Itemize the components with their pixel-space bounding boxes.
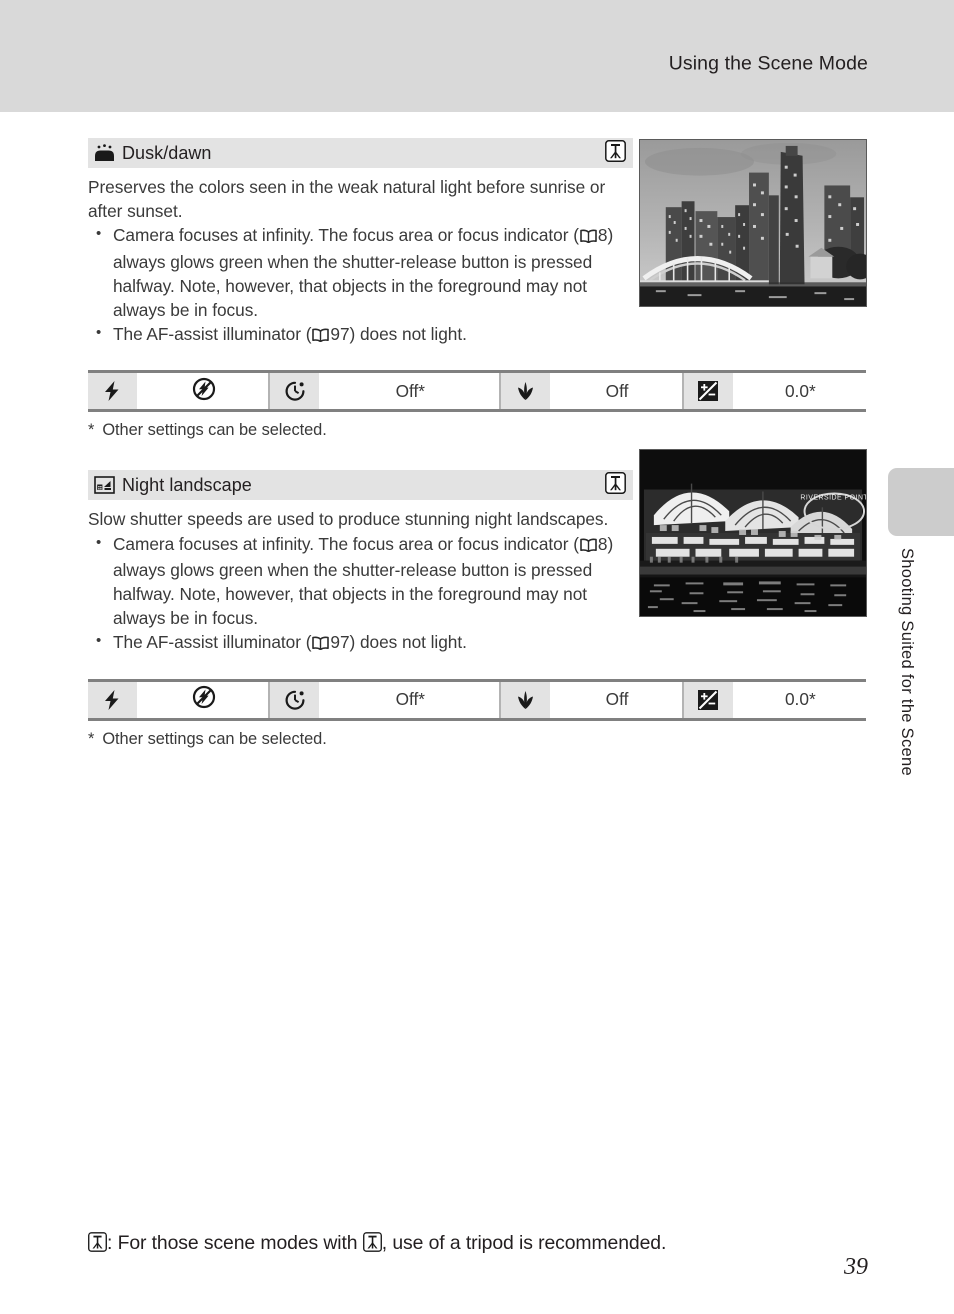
book-reference-icon: [312, 324, 330, 348]
page-title: Using the Scene Mode: [668, 52, 868, 75]
book-reference-icon: [580, 534, 597, 558]
section-title: Night landscape: [122, 474, 252, 495]
footnote-marker: *: [88, 421, 95, 440]
flash-off-icon: [192, 377, 216, 406]
settings-table-dusk-dawn: Off* Off 0.0*: [88, 370, 867, 413]
bullet-text-post: ) does not light.: [349, 324, 467, 345]
self-timer-icon: [270, 373, 322, 410]
flash-off-icon: [192, 685, 216, 714]
tripod-footnote-prefix: : For those scene modes with: [107, 1232, 363, 1254]
flash-icon: [88, 373, 139, 410]
tripod-icon: [605, 471, 626, 499]
footnote-text: Other settings can be selected.: [102, 421, 327, 440]
section-header-dusk-dawn: Dusk/dawn: [88, 138, 633, 168]
settings-table-night-landscape: Off* Off 0.0*: [88, 678, 867, 721]
exposure-compensation-icon: [683, 373, 735, 410]
macro-icon: [501, 681, 553, 718]
chapter-thumb-tab: [888, 468, 954, 536]
macro-value: Off: [552, 681, 684, 718]
bullet-text-pre: Camera focuses at infinity. The focus ar…: [113, 225, 579, 246]
exposure-compensation-value: 0.0*: [734, 373, 867, 410]
list-item: Camera focuses at infinity. The focus ar…: [88, 222, 641, 322]
book-reference-icon: [312, 632, 330, 656]
dusk-cityscape-photo: [639, 139, 867, 307]
section-bullet-list: Camera focuses at infinity. The focus ar…: [88, 531, 641, 657]
flash-mode-value: [138, 373, 271, 410]
page-number: 39: [844, 1254, 868, 1280]
svg-text:RIVERSIDE POINT: RIVERSIDE POINT: [800, 494, 866, 501]
list-item: The AF-assist illuminator ( 97) does not …: [88, 321, 641, 348]
list-item: The AF-assist illuminator ( 97) does not …: [88, 629, 641, 656]
section-intro: Slow shutter speeds are used to produce …: [88, 509, 609, 530]
tripod-icon: [362, 1232, 382, 1258]
self-timer-value: Off*: [321, 373, 502, 410]
section-title: Dusk/dawn: [122, 142, 212, 163]
exposure-compensation-value: 0.0*: [734, 681, 867, 718]
chapter-side-label: Shooting Suited for the Scene: [898, 548, 916, 776]
exposure-compensation-icon: [683, 681, 735, 718]
flash-mode-value: [138, 681, 271, 718]
section-body-dusk-dawn: Preserves the colors seen in the weak na…: [88, 175, 641, 348]
footnote-text: Other settings can be selected.: [102, 729, 327, 748]
section-header-night-landscape: Night landscape: [88, 470, 633, 501]
table-footnote: * Other settings can be selected.: [88, 421, 867, 440]
bullet-text-pre: The AF-assist illuminator (: [113, 632, 312, 653]
night-landscape-scene-icon: [94, 476, 115, 495]
dusk-dawn-scene-icon: [94, 144, 115, 162]
book-reference-icon: [580, 225, 597, 249]
tripod-footnote: : For those scene modes with , use of a …: [88, 1232, 666, 1258]
bullet-reference-page: 97: [330, 632, 350, 653]
tripod-footnote-suffix: , use of a tripod is recommended.: [381, 1232, 667, 1254]
self-timer-value: Off*: [321, 681, 502, 718]
bullet-text-pre: Camera focuses at infinity. The focus ar…: [113, 533, 579, 554]
macro-icon: [501, 373, 553, 410]
bullet-text-pre: The AF-assist illuminator (: [113, 324, 312, 345]
section-bullet-list: Camera focuses at infinity. The focus ar…: [88, 222, 641, 348]
footnote-marker: *: [88, 729, 95, 748]
list-item: Camera focuses at infinity. The focus ar…: [88, 531, 641, 631]
bullet-text-post: ) does not light.: [349, 632, 467, 653]
section-body-night-landscape: Slow shutter speeds are used to produce …: [88, 507, 641, 656]
tripod-icon: [88, 1232, 107, 1258]
night-riverside-photo: RIVERSIDE POINT: [639, 449, 867, 617]
section-intro: Preserves the colors seen in the weak na…: [88, 177, 606, 222]
flash-icon: [88, 681, 139, 718]
table-footnote: * Other settings can be selected.: [88, 730, 867, 749]
tripod-icon: [605, 139, 626, 167]
bullet-reference-page: 97: [330, 324, 350, 345]
macro-value: Off: [552, 373, 684, 410]
self-timer-icon: [270, 681, 322, 718]
